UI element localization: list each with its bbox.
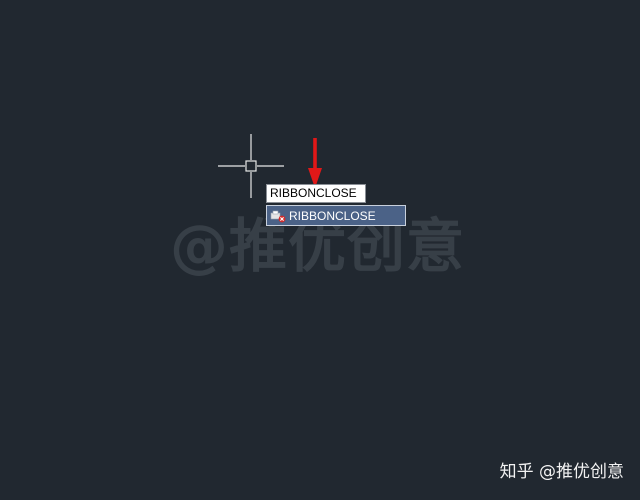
ribbon-close-icon — [270, 209, 286, 223]
command-input[interactable]: RIBBONCLOSE — [266, 184, 366, 203]
red-arrow-icon — [306, 138, 324, 190]
autocomplete-item-label: RIBBONCLOSE — [289, 208, 376, 223]
autocomplete-item-ribbonclose[interactable]: RIBBONCLOSE — [266, 205, 406, 226]
footer-watermark: 知乎 @推优创意 — [499, 462, 624, 482]
